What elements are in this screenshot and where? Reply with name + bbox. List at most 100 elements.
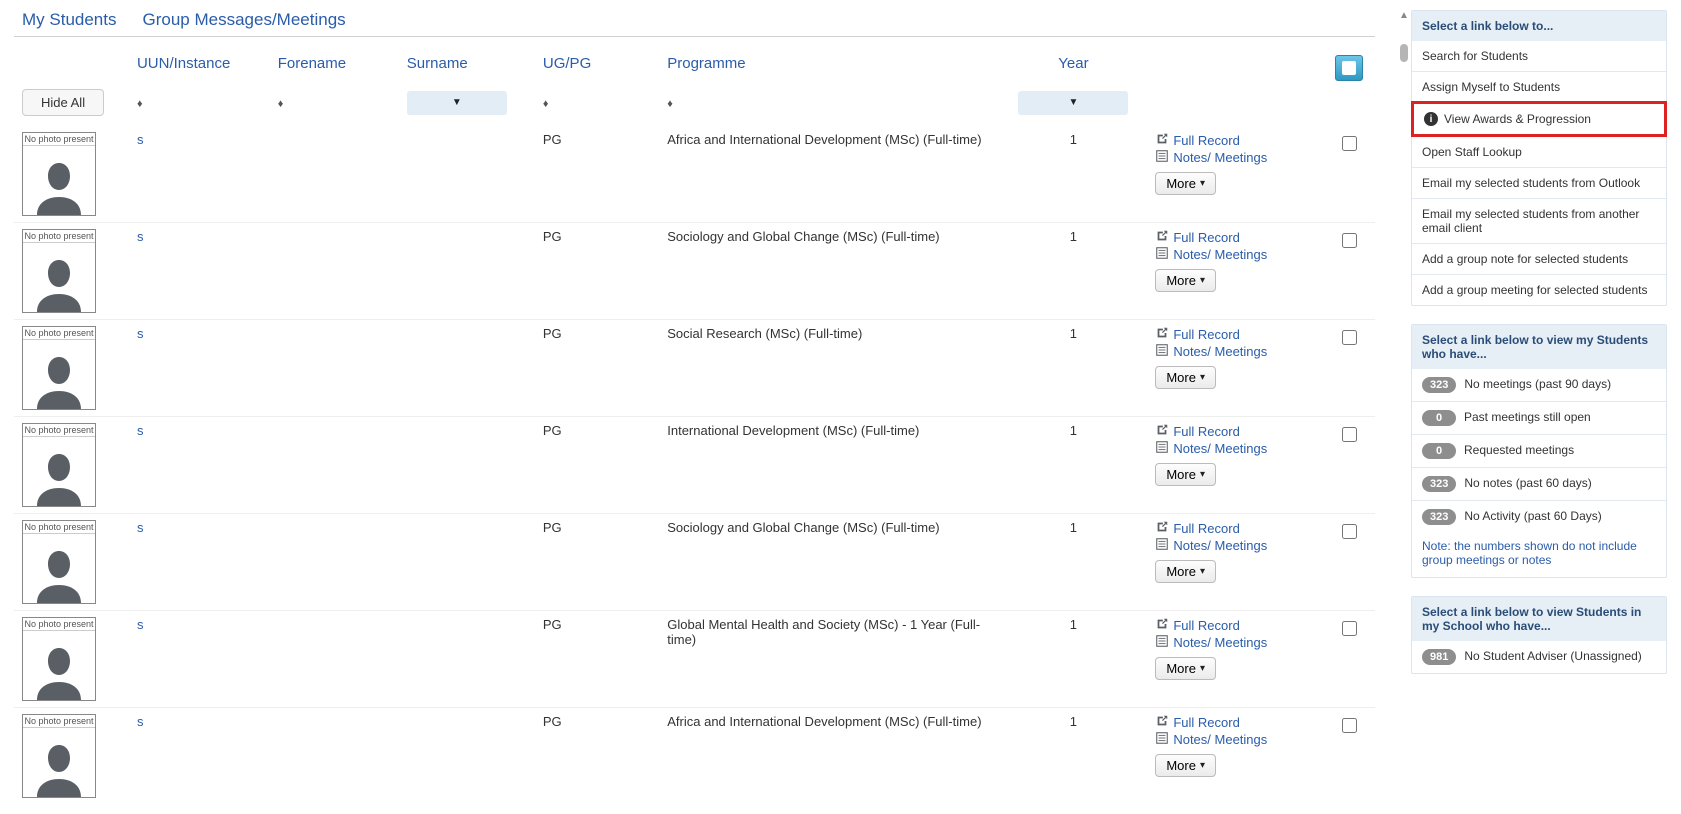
uun-link[interactable]: s <box>137 423 144 438</box>
sort-ugpg-icon[interactable]: ♦ <box>543 98 549 110</box>
sort-forename-icon[interactable]: ♦ <box>278 98 284 110</box>
row-checkbox[interactable] <box>1342 718 1357 733</box>
sort-uun-icon[interactable]: ♦ <box>137 98 143 110</box>
tab-my-students[interactable]: My Students <box>22 10 117 30</box>
full-record-link[interactable]: Full Record <box>1155 714 1239 731</box>
action-link[interactable]: Add a group note for selected students <box>1412 243 1666 274</box>
row-checkbox[interactable] <box>1342 233 1357 248</box>
year-filter[interactable]: ▼ <box>1018 91 1128 115</box>
uun-link[interactable]: s <box>137 714 144 729</box>
year-value: 1 <box>1000 126 1148 223</box>
col-programme[interactable]: Programme <box>659 49 999 87</box>
row-checkbox[interactable] <box>1342 330 1357 345</box>
col-forename[interactable]: Forename <box>270 49 399 87</box>
programme-value: Sociology and Global Change (MSc) (Full-… <box>659 223 999 320</box>
ugpg-value: PG <box>535 417 659 514</box>
action-link[interactable]: Assign Myself to Students <box>1412 71 1666 102</box>
table-row: No photo presentsPGAfrica and Internatio… <box>14 126 1375 223</box>
notes-meetings-link[interactable]: Notes/ Meetings <box>1155 149 1267 166</box>
col-uun[interactable]: UUN/Instance <box>129 49 270 87</box>
filter-link[interactable]: 0Requested meetings <box>1412 434 1666 467</box>
count-badge: 323 <box>1422 509 1456 525</box>
col-surname[interactable]: Surname <box>399 49 535 87</box>
full-record-link[interactable]: Full Record <box>1155 132 1239 149</box>
notes-meetings-link[interactable]: Notes/ Meetings <box>1155 731 1267 748</box>
caret-down-icon: ▾ <box>1200 178 1205 189</box>
row-checkbox[interactable] <box>1342 136 1357 151</box>
caret-down-icon: ▼ <box>452 97 462 108</box>
action-link[interactable]: Open Staff Lookup <box>1412 136 1666 167</box>
list-icon <box>1155 634 1169 651</box>
row-checkbox[interactable] <box>1342 524 1357 539</box>
more-button[interactable]: More ▾ <box>1155 560 1216 583</box>
scrollbar[interactable]: ▲ <box>1397 10 1411 804</box>
year-value: 1 <box>1000 320 1148 417</box>
col-year[interactable]: Year <box>1000 49 1148 87</box>
more-button[interactable]: More ▾ <box>1155 463 1216 486</box>
action-link[interactable]: Add a group meeting for selected student… <box>1412 274 1666 305</box>
filter-link[interactable]: 323No notes (past 60 days) <box>1412 467 1666 500</box>
list-icon <box>1155 731 1169 748</box>
notes-meetings-link[interactable]: Notes/ Meetings <box>1155 440 1267 457</box>
full-record-link[interactable]: Full Record <box>1155 520 1239 537</box>
scroll-thumb[interactable] <box>1400 44 1408 62</box>
action-link[interactable]: Email my selected students from another … <box>1412 198 1666 243</box>
list-icon <box>1155 537 1169 554</box>
no-photo-label: No photo present <box>23 521 95 534</box>
year-value: 1 <box>1000 708 1148 805</box>
row-checkbox[interactable] <box>1342 427 1357 442</box>
action-link[interactable]: iView Awards & Progression <box>1411 101 1667 137</box>
uun-link[interactable]: s <box>137 520 144 535</box>
more-button[interactable]: More ▾ <box>1155 172 1216 195</box>
hide-all-button[interactable]: Hide All <box>22 89 104 116</box>
filter-link[interactable]: 0Past meetings still open <box>1412 401 1666 434</box>
person-icon <box>29 534 89 603</box>
filter-link[interactable]: 981No Student Adviser (Unassigned) <box>1412 641 1666 673</box>
select-all-checkbox[interactable] <box>1335 55 1363 81</box>
more-button[interactable]: More ▾ <box>1155 269 1216 292</box>
external-link-icon <box>1155 132 1169 149</box>
more-button[interactable]: More ▾ <box>1155 366 1216 389</box>
list-icon <box>1155 440 1169 457</box>
programme-value: International Development (MSc) (Full-ti… <box>659 417 999 514</box>
filter-link[interactable]: 323No meetings (past 90 days) <box>1412 369 1666 401</box>
action-link[interactable]: Email my selected students from Outlook <box>1412 167 1666 198</box>
col-ugpg[interactable]: UG/PG <box>535 49 659 87</box>
filter-label: Requested meetings <box>1464 443 1574 457</box>
full-record-link[interactable]: Full Record <box>1155 229 1239 246</box>
programme-value: Africa and International Development (MS… <box>659 708 999 805</box>
no-photo-label: No photo present <box>23 230 95 243</box>
filter-link[interactable]: 323No Activity (past 60 Days) <box>1412 500 1666 533</box>
uun-link[interactable]: s <box>137 229 144 244</box>
actions-panel: Select a link below to... Search for Stu… <box>1411 10 1667 306</box>
student-photo: No photo present <box>22 326 96 410</box>
student-photo: No photo present <box>22 229 96 313</box>
caret-down-icon: ▾ <box>1200 275 1205 286</box>
external-link-icon <box>1155 714 1169 731</box>
caret-down-icon: ▾ <box>1200 760 1205 771</box>
full-record-link[interactable]: Full Record <box>1155 617 1239 634</box>
full-record-link[interactable]: Full Record <box>1155 326 1239 343</box>
uun-link[interactable]: s <box>137 132 144 147</box>
external-link-icon <box>1155 423 1169 440</box>
uun-link[interactable]: s <box>137 326 144 341</box>
notes-meetings-link[interactable]: Notes/ Meetings <box>1155 246 1267 263</box>
person-icon <box>29 728 89 797</box>
person-icon <box>29 631 89 700</box>
more-button[interactable]: More ▾ <box>1155 657 1216 680</box>
uun-link[interactable]: s <box>137 617 144 632</box>
notes-meetings-link[interactable]: Notes/ Meetings <box>1155 537 1267 554</box>
notes-meetings-link[interactable]: Notes/ Meetings <box>1155 343 1267 360</box>
scroll-up-icon[interactable]: ▲ <box>1397 10 1411 24</box>
student-photo: No photo present <box>22 617 96 701</box>
action-link[interactable]: Search for Students <box>1412 41 1666 71</box>
row-checkbox[interactable] <box>1342 621 1357 636</box>
surname-filter[interactable]: ▼ <box>407 91 507 115</box>
tab-group-messages[interactable]: Group Messages/Meetings <box>143 10 346 30</box>
count-badge: 323 <box>1422 377 1456 393</box>
sort-programme-icon[interactable]: ♦ <box>667 98 673 110</box>
full-record-link[interactable]: Full Record <box>1155 423 1239 440</box>
notes-meetings-link[interactable]: Notes/ Meetings <box>1155 634 1267 651</box>
more-button[interactable]: More ▾ <box>1155 754 1216 777</box>
table-row: No photo presentsPGSociology and Global … <box>14 223 1375 320</box>
